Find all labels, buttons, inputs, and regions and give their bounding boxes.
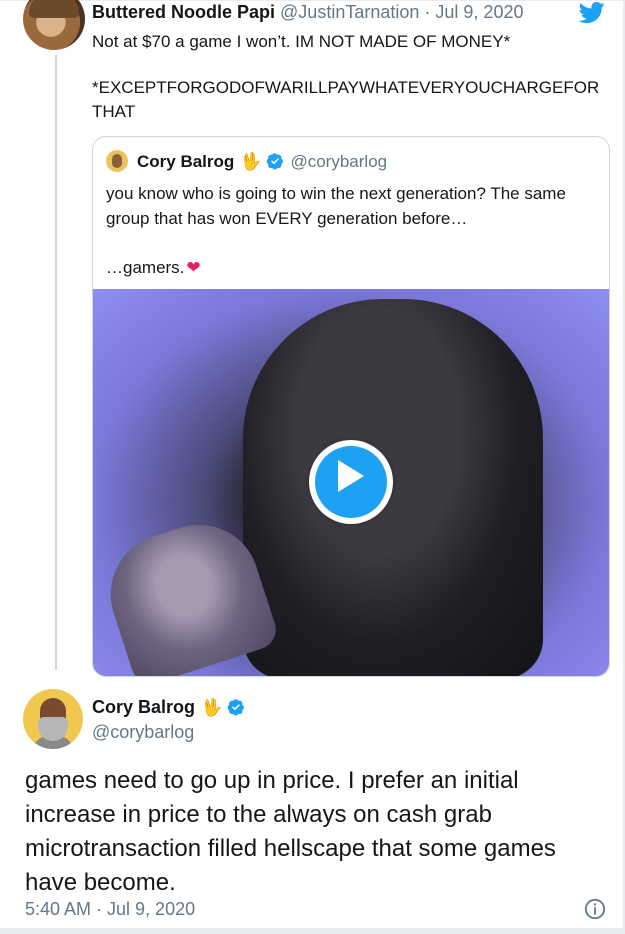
verified-badge-icon <box>267 153 284 170</box>
quoted-handle[interactable]: @corybarlog <box>290 152 387 171</box>
quoted-tweet-text: you know who is going to win the next ge… <box>106 181 596 280</box>
red-heart-emoji: ❤ <box>186 258 201 277</box>
avatar-main-tweet[interactable] <box>23 689 83 749</box>
main-display-name[interactable]: Cory Balrog <box>92 697 195 717</box>
parent-text-line-1: Not at $70 a game I won’t. IM NOT MADE O… <box>92 32 511 51</box>
play-icon <box>338 460 364 492</box>
quoted-text-line-1: you know who is going to win the next ge… <box>106 184 566 228</box>
parent-display-name[interactable]: Buttered Noodle Papi <box>92 2 275 22</box>
video-thumbnail[interactable] <box>93 289 609 676</box>
quoted-tweet-header: Cory Balrog 🖖 @corybarlog <box>137 150 387 174</box>
parent-tweet-header: Buttered Noodle Papi @JustinTarnation · … <box>92 0 523 24</box>
vulcan-salute-emoji: 🖖 <box>201 698 223 717</box>
bottom-border <box>0 928 625 934</box>
quoted-text-gamers: …gamers. <box>106 258 185 277</box>
twitter-bird-icon[interactable] <box>578 2 606 24</box>
quoted-text-line-2: …gamers. ❤ <box>106 255 596 280</box>
play-button[interactable] <box>309 440 393 524</box>
video-figure-silhouette <box>243 299 543 676</box>
quoted-avatar[interactable] <box>106 150 128 172</box>
vulcan-salute-emoji: 🖖 <box>240 152 262 171</box>
parent-text-line-2: *EXCEPTFORGODOFWARILLPAYWHATEVERYOUCHARG… <box>92 78 600 121</box>
parent-tweet-text: Not at $70 a game I won’t. IM NOT MADE O… <box>92 30 607 124</box>
avatar-parent-tweet[interactable] <box>23 0 85 50</box>
main-tweet-text: games need to go up in price. I prefer a… <box>25 767 556 896</box>
parent-date[interactable]: Jul 9, 2020 <box>435 2 523 22</box>
parent-separator: · <box>424 2 431 22</box>
quoted-display-name[interactable]: Cory Balrog <box>137 152 234 171</box>
main-handle[interactable]: @corybarlog <box>92 720 194 744</box>
info-icon[interactable] <box>584 898 606 920</box>
parent-handle[interactable]: @JustinTarnation <box>280 2 419 22</box>
thread-connector-line <box>55 55 57 670</box>
verified-badge-icon <box>227 699 245 716</box>
main-name-row: Cory Balrog 🖖 <box>92 695 245 720</box>
tweet-timestamp[interactable]: 5:40 AM · Jul 9, 2020 <box>25 897 195 921</box>
quoted-tweet-card[interactable]: Cory Balrog 🖖 @corybarlog you know who is … <box>92 136 610 677</box>
